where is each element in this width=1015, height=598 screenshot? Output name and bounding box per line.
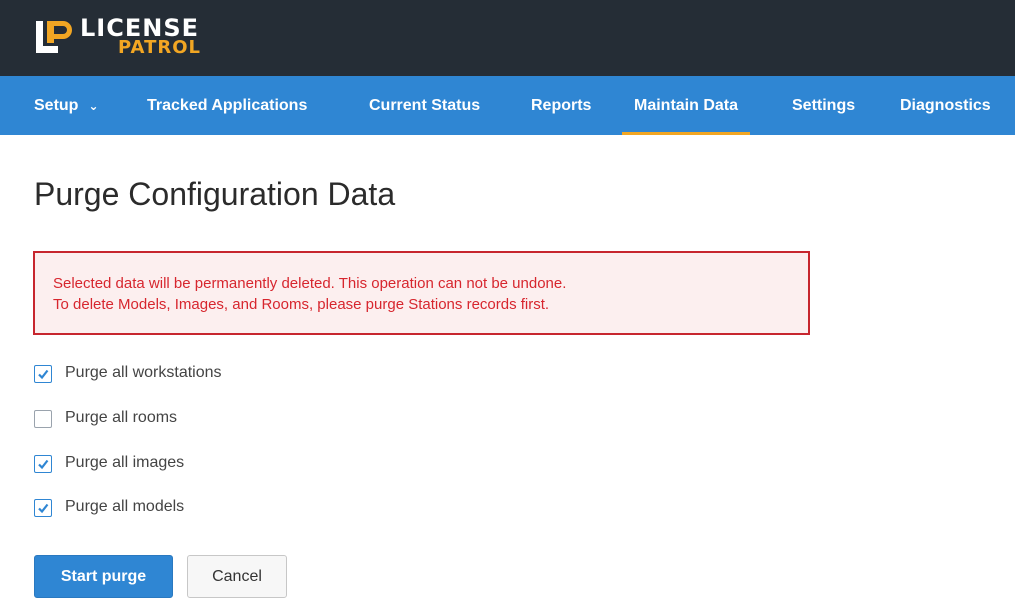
checkmark-icon	[38, 503, 49, 514]
option-label: Purge all rooms	[65, 409, 178, 426]
nav-item-label: Settings	[792, 97, 856, 114]
nav-item-tracked-applications[interactable]: Tracked Applications	[147, 76, 307, 135]
app-header: LICENSE PATROL	[0, 0, 1015, 76]
nav-item-current-status[interactable]: Current Status	[369, 76, 480, 135]
warning-alert: Selected data will be permanently delete…	[33, 251, 810, 335]
nav-item-label: Reports	[531, 97, 592, 114]
license-patrol-logo[interactable]: LICENSE PATROL	[34, 14, 234, 62]
nav-item-label: Diagnostics	[900, 97, 991, 114]
main-nav: Setup ⌄ Tracked Applications Current Stat…	[0, 76, 1015, 135]
nav-item-diagnostics[interactable]: Diagnostics	[900, 76, 991, 135]
alert-message-line: Selected data will be permanently delete…	[53, 275, 567, 292]
nav-item-reports[interactable]: Reports	[531, 76, 591, 135]
license-patrol-logo-mark-icon	[36, 21, 72, 53]
nav-item-label: Setup	[34, 97, 79, 114]
alert-message-line: To delete Models, Images, and Rooms, ple…	[53, 296, 550, 313]
purge-workstations-checkbox[interactable]	[34, 365, 52, 383]
nav-item-label: Current Status	[369, 97, 481, 114]
nav-item-label: Maintain Data	[634, 97, 739, 114]
start-purge-button[interactable]: Start purge	[34, 555, 173, 598]
purge-models-checkbox[interactable]	[34, 499, 52, 517]
logo-text-patrol: PATROL	[118, 37, 201, 58]
chevron-down-icon: ⌄	[88, 99, 99, 113]
option-label: Purge all images	[65, 454, 185, 471]
checkmark-icon	[38, 369, 49, 380]
option-label: Purge all workstations	[65, 364, 222, 381]
purge-images-checkbox[interactable]	[34, 455, 52, 473]
option-label: Purge all models	[65, 498, 185, 515]
nav-item-setup[interactable]: Setup ⌄	[34, 76, 99, 135]
cancel-button[interactable]: Cancel	[187, 555, 287, 598]
purge-rooms-checkbox[interactable]	[34, 410, 52, 428]
page-title: Purge Configuration Data	[34, 176, 396, 212]
nav-item-settings[interactable]: Settings	[792, 76, 855, 135]
checkmark-icon	[38, 459, 49, 470]
nav-item-label: Tracked Applications	[147, 97, 308, 114]
nav-item-maintain-data[interactable]: Maintain Data	[621, 76, 751, 135]
